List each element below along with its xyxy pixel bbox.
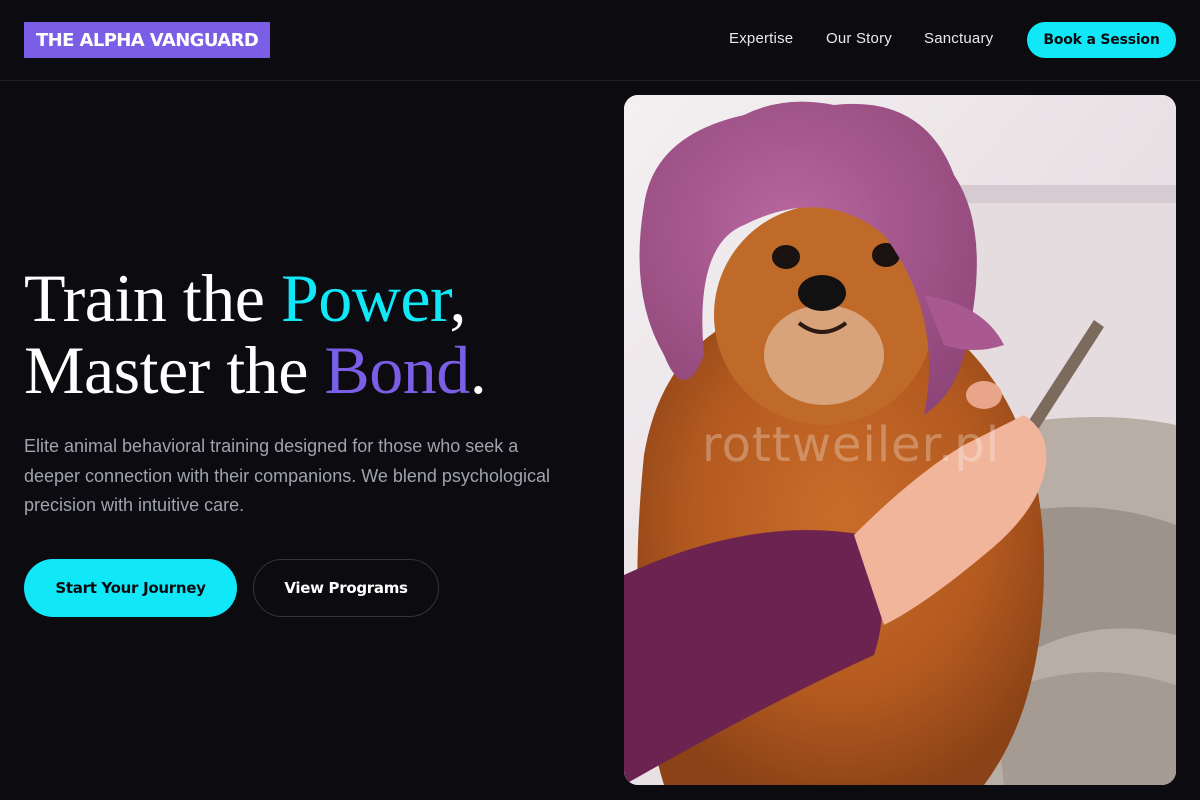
hero-title-accent-bond: Bond [324,332,470,408]
image-watermark: rottweiler.pl [702,417,1001,473]
hero-image-dog-grooming: rottweiler.pl [624,95,1176,785]
book-session-button[interactable]: Book a Session [1027,22,1176,58]
logo[interactable]: THE ALPHA VANGUARD [24,22,271,58]
hero-title-line1: Train the Power, [24,260,466,336]
hero-title-accent-power: Power [280,260,450,336]
hero-title-line2: Master the Bond. [24,332,487,408]
hero-title-punct: . [469,332,487,408]
hero-title-text: Train the [24,260,281,336]
site-header: THE ALPHA VANGUARD Expertise Our Story S… [0,0,1200,81]
hero-title-text: Master the [24,332,325,408]
nav-link-our-story[interactable]: Our Story [826,30,892,47]
view-programs-button[interactable]: View Programs [253,559,439,617]
start-journey-button[interactable]: Start Your Journey [24,559,237,617]
nav-link-sanctuary[interactable]: Sanctuary [924,30,993,47]
hero-title: Train the Power, Master the Bond. [24,260,487,408]
hero-title-punct: , [449,260,466,336]
hero-subtitle: Elite animal behavioral training designe… [24,436,550,515]
nav-link-expertise[interactable]: Expertise [729,30,793,47]
